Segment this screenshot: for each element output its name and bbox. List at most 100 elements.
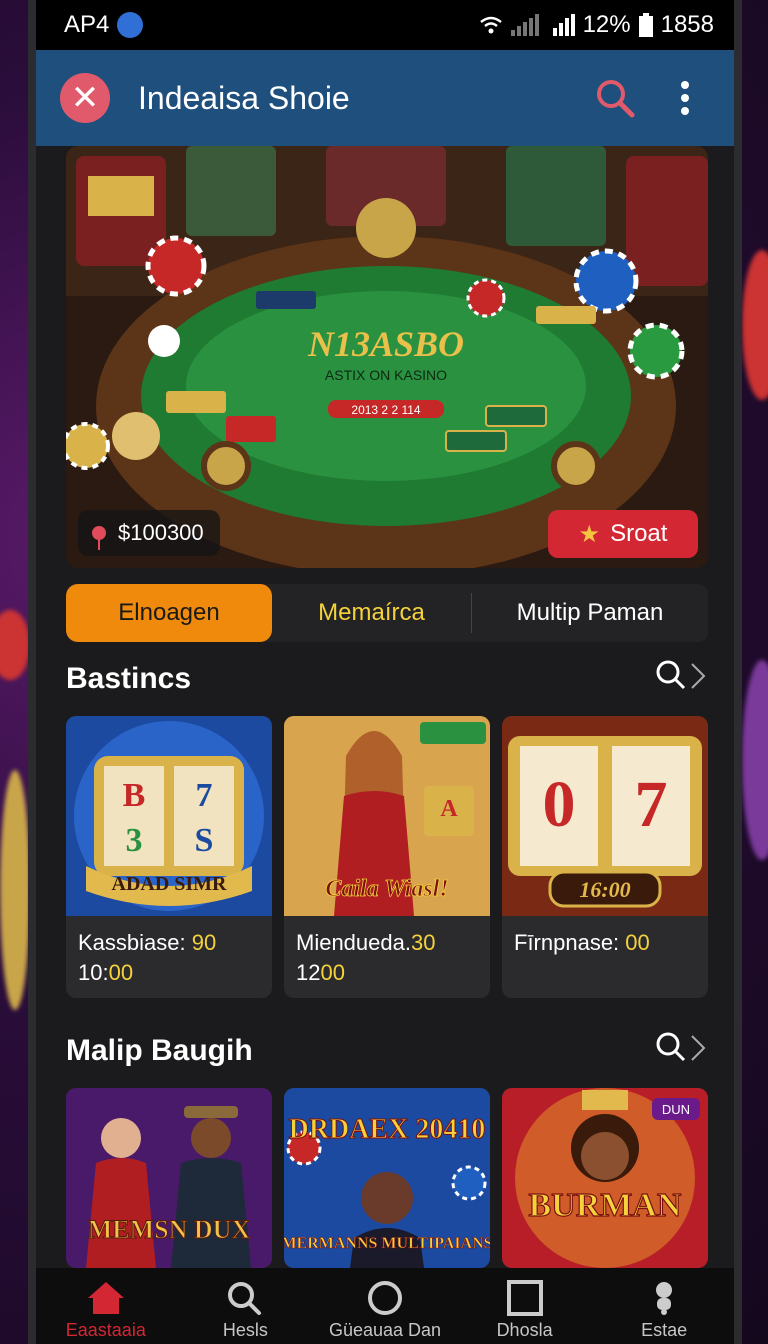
game-thumbnail: A Caila Wiasl!	[284, 716, 490, 916]
game-card[interactable]: MEMSN DUX	[66, 1088, 272, 1268]
page-title: Indeaisa Shoie	[138, 79, 350, 116]
nav-label: Güeauaa Dan	[328, 1320, 442, 1340]
bottom-navigation: Eaastaaia Hesls Güeauaa Dan Dhosla Estae	[36, 1268, 734, 1344]
signal-icon	[510, 14, 539, 36]
game-thumbnail: B 7 3 S ADAD SIMR	[66, 716, 272, 916]
signal-icon-2	[552, 14, 575, 36]
game-stat-label: Fīrnpnase:	[514, 930, 620, 955]
game-time-label: 10:	[78, 960, 109, 985]
battery-percent: 12%	[582, 11, 631, 38]
close-icon: ✕	[70, 79, 100, 117]
game-info: Miendueda.30 1200	[284, 916, 490, 996]
game-art-text: MEMSN DUX	[88, 1215, 251, 1244]
start-button[interactable]: ★ Sroat	[548, 510, 698, 558]
hero-title: N13ASBO	[307, 324, 464, 364]
game-thumbnail: 0 7 16:00	[502, 716, 708, 916]
nav-label: Dhosla	[496, 1320, 553, 1340]
game-badge: DUN	[662, 1102, 690, 1117]
search-chevron-icon	[656, 660, 706, 690]
nav-item-home[interactable]: Eaastaaia	[46, 1280, 166, 1341]
game-card[interactable]: 0 7 16:00 Fīrnpnase: 00	[502, 716, 708, 998]
svg-text:S: S	[195, 822, 214, 859]
search-icon	[597, 80, 635, 118]
wifi-icon	[479, 16, 502, 34]
app-bar: ✕ Indeaisa Shoie	[36, 50, 734, 146]
game-stat-label: Kassbiase:	[78, 930, 186, 955]
nav-item-profile[interactable]: Estae	[604, 1280, 724, 1341]
game-thumbnail: MEMSN DUX	[66, 1088, 272, 1268]
game-info: Fīrnpnase: 00	[502, 916, 708, 996]
game-time-label: 12	[296, 960, 321, 985]
section-more-button[interactable]	[654, 656, 708, 701]
app-badge-icon	[117, 12, 144, 38]
home-icon	[87, 1282, 124, 1314]
clock: 1858	[660, 11, 714, 38]
game-card[interactable]: B 7 3 S ADAD SIMR Kassbiase: 90 10:00	[66, 716, 272, 998]
start-label: Sroat	[610, 520, 668, 547]
balance-chip: $100300	[78, 510, 220, 556]
location-pin-icon	[92, 526, 106, 550]
nav-item-square[interactable]: Dhosla	[465, 1280, 585, 1341]
game-art-text: DRDAEX 20410	[289, 1114, 486, 1145]
hero-banner[interactable]: N13ASBO ASTIX ON KASINO 2013 2 2 114 $10…	[66, 146, 708, 568]
person-icon	[656, 1282, 673, 1315]
section-header-malip-baugih: Malip Baugih	[66, 1028, 708, 1073]
star-icon: ★	[578, 520, 601, 548]
game-art-text: BURMAN	[529, 1187, 682, 1224]
background-chip	[742, 660, 768, 860]
background-chip	[0, 770, 30, 1010]
background-chip	[742, 250, 768, 400]
svg-text:7: 7	[196, 777, 213, 814]
game-art-text: ADAD SIMR	[112, 873, 228, 895]
more-button[interactable]	[660, 80, 710, 116]
tab-memaircar[interactable]: Memaírca	[272, 593, 472, 633]
hero-code: 2013 2 2 114	[351, 403, 421, 417]
section-title: Malip Baugih	[66, 1033, 253, 1067]
game-stat-value: 90	[191, 930, 217, 955]
nav-label: Hesls	[222, 1320, 268, 1340]
game-art-text: 16:00	[579, 877, 630, 902]
section-title: Bastincs	[66, 661, 192, 695]
hero-subtitle: ASTIX ON KASINO	[325, 367, 447, 383]
game-info: Kassbiase: 90 10:00	[66, 916, 272, 996]
section-more-button[interactable]	[654, 1028, 708, 1073]
game-stat-value: 30	[410, 930, 436, 955]
search-icon	[228, 1282, 262, 1315]
nav-item-center[interactable]: Güeauaa Dan	[325, 1280, 445, 1341]
game-time-value: 00	[320, 960, 345, 985]
balance-value: $100300	[118, 520, 204, 545]
section-header-bastincs: Bastincs	[66, 656, 708, 701]
tab-elnoagen[interactable]: Elnoagen	[66, 584, 272, 642]
game-card[interactable]: A Caila Wiasl! Miendueda.30 1200	[284, 716, 490, 998]
svg-text:3: 3	[126, 822, 143, 859]
game-stat-value: 00	[625, 930, 650, 955]
search-chevron-icon	[656, 1032, 706, 1062]
game-art-subtext: MERMANNS MULTIPAIANS	[284, 1235, 490, 1252]
circle-icon	[367, 1281, 402, 1315]
square-icon	[506, 1280, 543, 1316]
category-tabs: Elnoagen Memaírca Multip Paman	[66, 584, 708, 642]
tab-multip-paman[interactable]: Multip Paman	[472, 584, 708, 642]
search-button[interactable]	[590, 77, 640, 119]
game-time-value: 00	[108, 960, 134, 985]
poker-table-illustration: N13ASBO ASTIX ON KASINO 2013 2 2 114	[66, 146, 708, 568]
game-art-text: Caila Wiasl!	[325, 876, 448, 902]
svg-text:A: A	[440, 796, 458, 822]
game-thumbnail: DRDAEX 20410 MERMANNS MULTIPAIANS	[284, 1088, 490, 1268]
close-button[interactable]: ✕	[60, 73, 110, 123]
game-thumbnail: DUN BURMAN	[502, 1088, 708, 1268]
status-bar: AP4 12% 1858	[36, 0, 734, 50]
game-card[interactable]: DUN BURMAN	[502, 1088, 708, 1268]
svg-text:0: 0	[543, 768, 576, 841]
phone-frame: AP4 12% 1858 ✕ Indeaisa Shoie N13ASBO AS…	[28, 0, 742, 1344]
background-chip	[0, 610, 30, 680]
nav-item-search[interactable]: Hesls	[185, 1280, 305, 1341]
game-card[interactable]: DRDAEX 20410 MERMANNS MULTIPAIANS	[284, 1088, 490, 1268]
game-stat-label: Miendueda.	[296, 930, 411, 955]
more-vert-icon	[681, 81, 689, 115]
svg-text:B: B	[123, 777, 146, 814]
svg-text:7: 7	[635, 768, 668, 841]
nav-label: Eaastaaia	[65, 1320, 146, 1340]
carrier-label: AP4	[64, 11, 110, 38]
nav-label: Estae	[641, 1320, 688, 1340]
